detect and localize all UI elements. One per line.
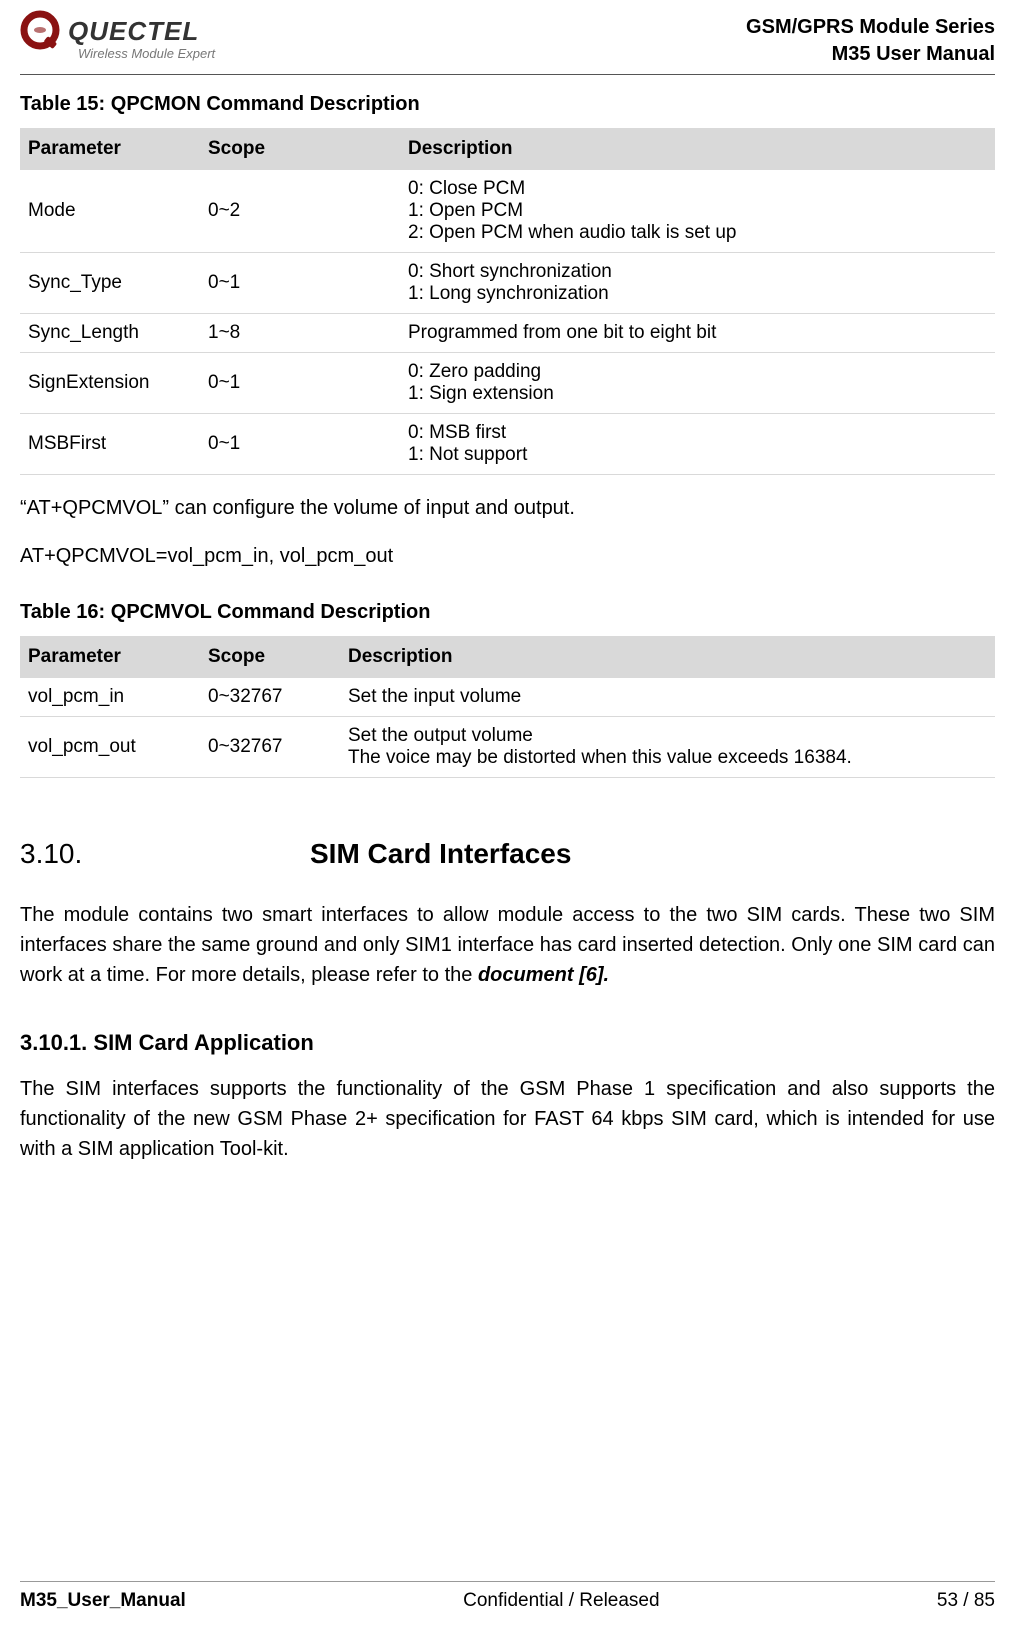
table16: Parameter Scope Description vol_pcm_in 0…	[20, 636, 995, 778]
paragraph-qpcmvol-syntax: AT+QPCMVOL=vol_pcm_in, vol_pcm_out	[20, 541, 995, 571]
th-parameter: Parameter	[20, 636, 200, 678]
cell-param: MSBFirst	[20, 414, 200, 475]
cell-scope: 0~1	[200, 253, 400, 314]
table15-caption: Table 15: QPCMON Command Description	[20, 93, 995, 116]
cell-param: vol_pcm_out	[20, 717, 200, 778]
footer-rule	[20, 1581, 995, 1582]
footer-center: Confidential / Released	[463, 1590, 659, 1612]
cell-param: Sync_Type	[20, 253, 200, 314]
cell-desc: 0: Zero padding 1: Sign extension	[400, 353, 995, 414]
logo-block: QUECTEL Wireless Module Expert	[20, 10, 240, 61]
page-header: QUECTEL Wireless Module Expert GSM/GPRS …	[20, 0, 995, 68]
header-series: GSM/GPRS Module Series	[746, 14, 995, 41]
th-scope: Scope	[200, 128, 400, 170]
cell-param: Mode	[20, 170, 200, 253]
th-scope: Scope	[200, 636, 340, 678]
cell-scope: 0~1	[200, 414, 400, 475]
table-header-row: Parameter Scope Description	[20, 128, 995, 170]
cell-scope: 0~32767	[200, 678, 340, 717]
th-parameter: Parameter	[20, 128, 200, 170]
section-body: The module contains two smart interfaces…	[20, 900, 995, 990]
cell-desc: Set the input volume	[340, 678, 995, 717]
header-right: GSM/GPRS Module Series M35 User Manual	[746, 10, 995, 68]
table-row: vol_pcm_out 0~32767 Set the output volum…	[20, 717, 995, 778]
logo-subtitle: Wireless Module Expert	[78, 46, 215, 61]
table-row: vol_pcm_in 0~32767 Set the input volume	[20, 678, 995, 717]
cell-scope: 0~1	[200, 353, 400, 414]
cell-desc: 0: Short synchronization 1: Long synchro…	[400, 253, 995, 314]
subsection-body: The SIM interfaces supports the function…	[20, 1074, 995, 1164]
table-row: Sync_Type 0~1 0: Short synchronization 1…	[20, 253, 995, 314]
section-title: SIM Card Interfaces	[310, 838, 571, 870]
cell-desc: Programmed from one bit to eight bit	[400, 314, 995, 353]
page-footer: M35_User_Manual Confidential / Released …	[20, 1581, 995, 1612]
cell-desc: 0: MSB first 1: Not support	[400, 414, 995, 475]
paragraph-qpcmvol-intro: “AT+QPCMVOL” can configure the volume of…	[20, 493, 995, 523]
document-reference: document [6].	[478, 964, 609, 986]
table-row: SignExtension 0~1 0: Zero padding 1: Sig…	[20, 353, 995, 414]
cell-scope: 1~8	[200, 314, 400, 353]
page: QUECTEL Wireless Module Expert GSM/GPRS …	[0, 0, 1015, 1638]
th-description: Description	[340, 636, 995, 678]
cell-param: vol_pcm_in	[20, 678, 200, 717]
table-row: Mode 0~2 0: Close PCM 1: Open PCM 2: Ope…	[20, 170, 995, 253]
subsection-heading: 3.10.1. SIM Card Application	[20, 1030, 995, 1056]
cell-scope: 0~32767	[200, 717, 340, 778]
table15: Parameter Scope Description Mode 0~2 0: …	[20, 128, 995, 475]
footer-left: M35_User_Manual	[20, 1590, 186, 1612]
table16-caption: Table 16: QPCMVOL Command Description	[20, 601, 995, 624]
footer-right: 53 / 85	[937, 1590, 995, 1612]
cell-desc: Set the output volume The voice may be d…	[340, 717, 995, 778]
header-rule	[20, 74, 995, 75]
section-heading: 3.10. SIM Card Interfaces	[20, 838, 995, 870]
cell-scope: 0~2	[200, 170, 400, 253]
table-row: Sync_Length 1~8 Programmed from one bit …	[20, 314, 995, 353]
table-header-row: Parameter Scope Description	[20, 636, 995, 678]
table-row: MSBFirst 0~1 0: MSB first 1: Not support	[20, 414, 995, 475]
section-number: 3.10.	[20, 838, 310, 870]
cell-param: SignExtension	[20, 353, 200, 414]
cell-param: Sync_Length	[20, 314, 200, 353]
cell-desc: 0: Close PCM 1: Open PCM 2: Open PCM whe…	[400, 170, 995, 253]
header-manual: M35 User Manual	[746, 41, 995, 68]
th-description: Description	[400, 128, 995, 170]
svg-text:QUECTEL: QUECTEL	[68, 16, 199, 46]
quectel-logo-icon: QUECTEL	[20, 10, 240, 50]
